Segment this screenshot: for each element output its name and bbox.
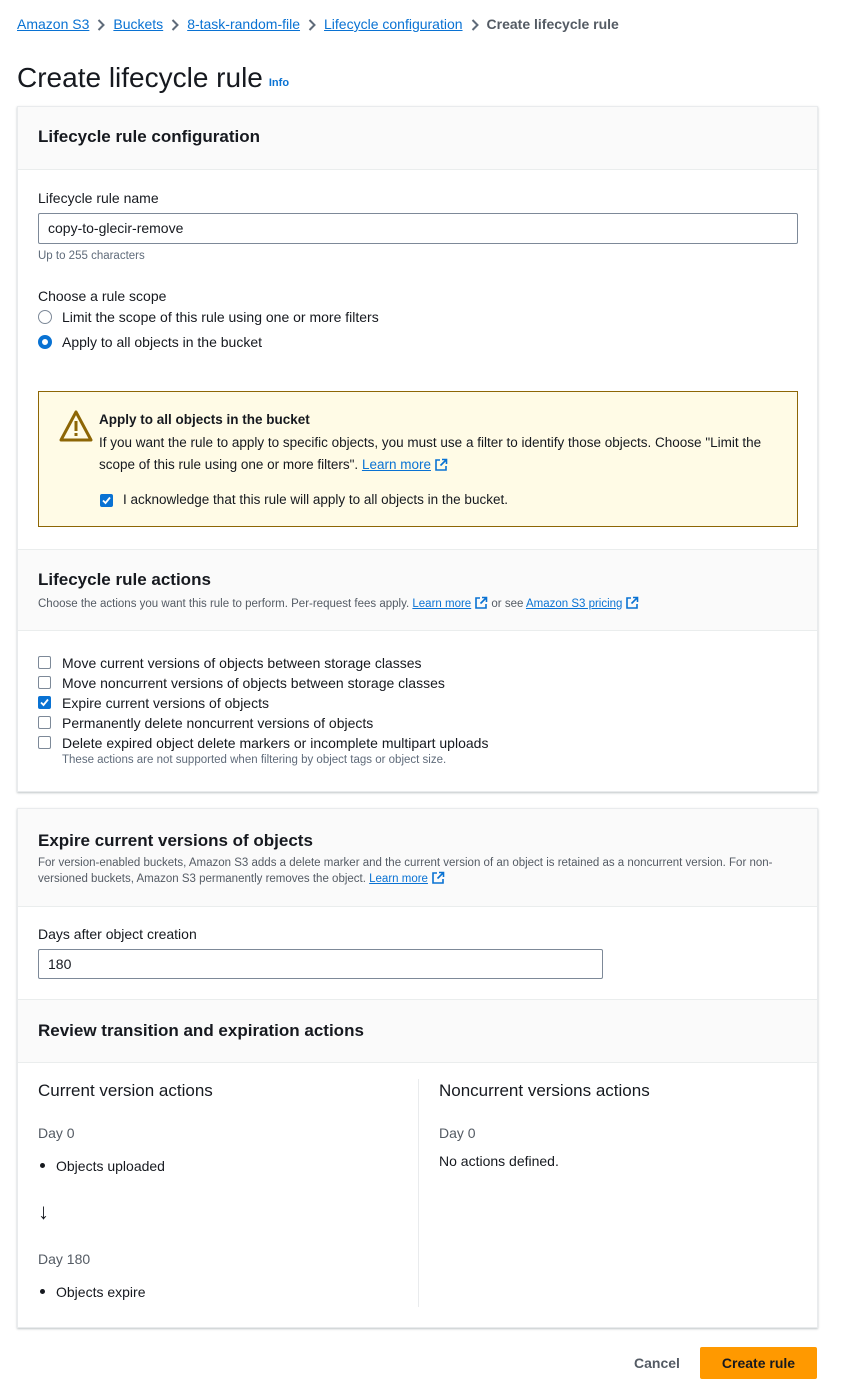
rule-name-label: Lifecycle rule name [38,190,159,206]
expire-title: Expire current versions of objects [38,831,313,850]
scope-option-limit-label[interactable]: Limit the scope of this rule using one o… [62,309,379,325]
bullet-icon [40,1163,45,1168]
external-link-icon [625,596,639,615]
acknowledge-label[interactable]: I acknowledge that this rule will apply … [123,492,508,507]
action-checkbox-move-noncurrent[interactable] [38,676,51,689]
expire-learn-more-link[interactable]: Learn more [369,873,428,885]
current-day0: Day 0 [38,1125,75,1141]
actions-desc: Choose the actions you want this rule to… [38,596,639,615]
warning-alert: Apply to all objects in the bucket If yo… [38,391,798,527]
action-checkbox-delete-noncurrent[interactable] [38,716,51,729]
current-actions-title: Current version actions [38,1081,213,1100]
s3-pricing-link[interactable]: Amazon S3 pricing [526,598,623,610]
breadcrumb-buckets[interactable]: Buckets [113,16,163,32]
noncurrent-day0: Day 0 [439,1125,476,1141]
config-header: Lifecycle rule configuration [18,107,817,170]
noncurrent-actions-title: Noncurrent versions actions [439,1081,650,1100]
arrow-down-icon: ↓ [38,1199,49,1224]
alert-title: Apply to all objects in the bucket [99,412,310,427]
breadcrumb-amazon-s3[interactable]: Amazon S3 [17,16,89,32]
review-divider [418,1079,419,1307]
breadcrumb-lifecycle-configuration[interactable]: Lifecycle configuration [324,16,463,32]
lifecycle-config-container: Lifecycle rule configuration Lifecycle r… [17,106,818,792]
scope-label: Choose a rule scope [38,288,167,304]
breadcrumb-current: Create lifecycle rule [486,16,619,32]
action-label-move-current[interactable]: Move current versions of objects between… [62,655,422,671]
expire-desc: For version-enabled buckets, Amazon S3 a… [38,855,803,890]
rule-name-hint: Up to 255 characters [38,250,145,262]
external-link-icon [474,596,488,615]
actions-note: These actions are not supported when fil… [62,754,447,766]
chevron-right-icon [163,17,187,31]
action-checkbox-move-current[interactable] [38,656,51,669]
or-see-text: or see [491,598,524,610]
page-title-text: Create lifecycle rule [17,62,263,93]
acknowledge-checkbox[interactable] [100,494,113,507]
scope-radio-all[interactable] [38,335,52,349]
alert-learn-more-link[interactable]: Learn more [362,457,431,472]
expire-header: Expire current versions of objects For v… [18,809,817,907]
breadcrumb: Amazon S3 Buckets 8-task-random-file Lif… [17,16,619,32]
cancel-button[interactable]: Cancel [634,1355,680,1371]
review-header: Review transition and expiration actions [18,999,817,1063]
external-link-icon [434,457,448,479]
create-rule-button[interactable]: Create rule [700,1347,817,1379]
scope-radio-limit[interactable] [38,310,52,324]
actions-desc-text: Choose the actions you want this rule to… [38,598,410,610]
info-link[interactable]: Info [269,77,289,89]
warning-icon [59,410,93,445]
actions-header: Lifecycle rule actions Choose the action… [18,549,817,631]
current-item180: Objects expire [40,1284,145,1300]
actions-learn-more-link[interactable]: Learn more [412,598,471,610]
action-label-move-noncurrent[interactable]: Move noncurrent versions of objects betw… [62,675,445,691]
expire-container: Expire current versions of objects For v… [17,808,818,1328]
scope-option-all-label[interactable]: Apply to all objects in the bucket [62,334,262,350]
breadcrumb-bucket[interactable]: 8-task-random-file [187,16,300,32]
current-day180: Day 180 [38,1251,91,1267]
action-label-delete-markers[interactable]: Delete expired object delete markers or … [62,735,488,751]
chevron-right-icon [463,17,487,31]
external-link-icon [431,871,445,890]
actions-title: Lifecycle rule actions [38,570,211,589]
noncurrent-none: No actions defined. [439,1153,559,1169]
review-title: Review transition and expiration actions [38,1021,364,1040]
chevron-right-icon [89,17,113,31]
action-label-delete-noncurrent[interactable]: Permanently delete noncurrent versions o… [62,715,373,731]
current-item0-text: Objects uploaded [56,1158,165,1174]
current-item0: Objects uploaded [40,1158,165,1174]
action-label-expire-current[interactable]: Expire current versions of objects [62,695,269,711]
bullet-icon [40,1289,45,1294]
page-title: Create lifecycle rule Info [17,62,289,94]
current-item180-text: Objects expire [56,1284,146,1300]
rule-name-input[interactable]: copy-to-glecir-remove [38,213,798,244]
config-title: Lifecycle rule configuration [38,127,260,146]
chevron-right-icon [300,17,324,31]
action-checkbox-expire-current[interactable] [38,696,51,709]
alert-text: If you want the rule to apply to specifi… [99,432,779,479]
days-input[interactable]: 180 [38,949,603,979]
action-checkbox-delete-markers[interactable] [38,736,51,749]
days-label: Days after object creation [38,926,197,942]
